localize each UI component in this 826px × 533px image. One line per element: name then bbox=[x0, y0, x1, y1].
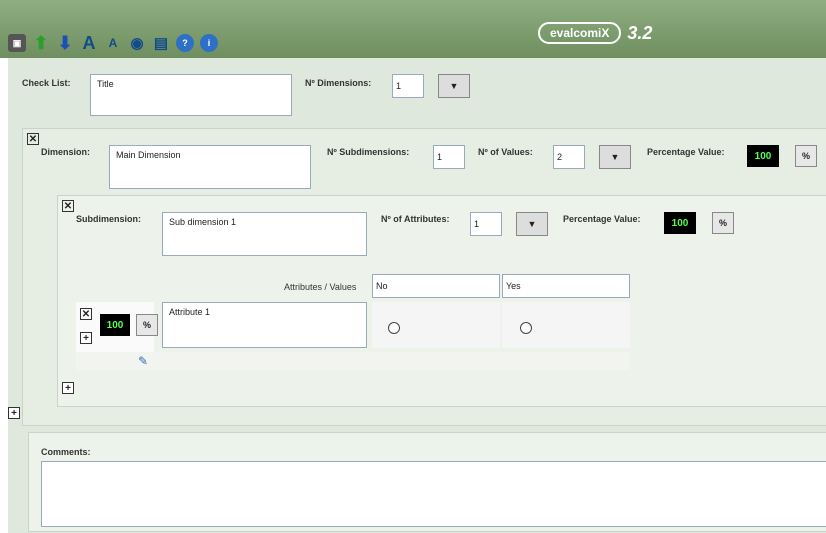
text-small-icon[interactable]: A bbox=[104, 34, 122, 52]
checklist-form: Check List: Title Nº Dimensions: 1 ▼ ✕ D… bbox=[8, 58, 826, 533]
attributes-input[interactable]: 1 bbox=[470, 212, 502, 236]
attribute-name-input[interactable]: Attribute 1 bbox=[162, 302, 367, 348]
close-icon[interactable]: ✕ bbox=[62, 200, 74, 212]
attributes-dropdown[interactable]: ▼ bbox=[516, 212, 548, 236]
plus-icon[interactable]: + bbox=[62, 382, 74, 394]
dimensions-label: Nº Dimensions: bbox=[305, 78, 372, 88]
checklist-label: Check List: bbox=[22, 78, 71, 88]
attribute-percentage: 100 bbox=[100, 314, 130, 336]
attributes-label: Nº of Attributes: bbox=[381, 214, 450, 224]
subdimension-name-input[interactable]: Sub dimension 1 bbox=[162, 212, 367, 256]
save-icon[interactable]: ▣ bbox=[8, 34, 26, 52]
help-icon[interactable]: ? bbox=[176, 34, 194, 52]
brand-version: 3.2 bbox=[627, 22, 653, 43]
radio-yes[interactable] bbox=[520, 322, 532, 334]
value-header-no[interactable]: No bbox=[372, 274, 500, 298]
subdimensions-input[interactable]: 1 bbox=[433, 145, 465, 169]
brand-logo: evalcomiX bbox=[538, 22, 622, 44]
values-dropdown[interactable]: ▼ bbox=[599, 145, 631, 169]
percentage-label: Percentage Value: bbox=[647, 147, 725, 157]
brand: evalcomiX 3.2 bbox=[538, 22, 652, 44]
chevron-down-icon: ▼ bbox=[527, 219, 537, 229]
text-large-icon[interactable]: A bbox=[80, 33, 98, 53]
arrow-down-icon[interactable]: ⬇ bbox=[56, 33, 74, 53]
toolbar: ▣ ⬆ ⬇ A A ◉ ▤ ? i bbox=[8, 31, 218, 55]
close-icon[interactable]: ✕ bbox=[80, 308, 92, 320]
percentage-value: 100 bbox=[747, 145, 779, 167]
dimension-label: Dimension: bbox=[41, 147, 91, 157]
print-icon[interactable]: ▤ bbox=[152, 34, 170, 52]
percent-button[interactable]: % bbox=[136, 314, 158, 336]
dimension-panel: ✕ Dimension: Main Dimension Nº Subdimens… bbox=[22, 128, 826, 426]
eye-icon[interactable]: ◉ bbox=[128, 34, 146, 52]
chevron-down-icon: ▼ bbox=[610, 152, 620, 162]
subdimension-panel: ✕ Subdimension: Sub dimension 1 Nº of At… bbox=[57, 195, 826, 407]
attribute-footer-row bbox=[76, 352, 630, 370]
checklist-title-input[interactable]: Title bbox=[90, 74, 292, 116]
value-header-yes[interactable]: Yes bbox=[502, 274, 630, 298]
plus-icon[interactable]: + bbox=[8, 407, 20, 419]
edit-icon[interactable]: ✎ bbox=[138, 354, 152, 368]
comments-label: Comments: bbox=[41, 447, 91, 457]
attributes-values-label: Attributes / Values bbox=[284, 282, 357, 292]
subdimension-label: Subdimension: bbox=[76, 214, 141, 224]
dimension-name-input[interactable]: Main Dimension bbox=[109, 145, 311, 189]
chevron-down-icon: ▼ bbox=[449, 81, 459, 91]
subdimension-percentage-value: 100 bbox=[664, 212, 696, 234]
percent-button[interactable]: % bbox=[712, 212, 734, 234]
plus-icon[interactable]: + bbox=[80, 332, 92, 344]
radio-no[interactable] bbox=[388, 322, 400, 334]
arrow-up-icon[interactable]: ⬆ bbox=[32, 33, 50, 53]
comments-input[interactable] bbox=[41, 461, 826, 527]
comments-panel: Comments: bbox=[28, 432, 826, 532]
values-input[interactable]: 2 bbox=[553, 145, 585, 169]
dimensions-input[interactable]: 1 bbox=[392, 74, 424, 98]
info-icon[interactable]: i bbox=[200, 34, 218, 52]
dimensions-dropdown[interactable]: ▼ bbox=[438, 74, 470, 98]
close-icon[interactable]: ✕ bbox=[27, 133, 39, 145]
subdimension-percentage-label: Percentage Value: bbox=[563, 214, 641, 224]
header-bar: ▣ ⬆ ⬇ A A ◉ ▤ ? i evalcomiX 3.2 bbox=[0, 0, 826, 58]
values-label: Nº of Values: bbox=[478, 147, 533, 157]
percent-button[interactable]: % bbox=[795, 145, 817, 167]
subdimensions-label: Nº Subdimensions: bbox=[327, 147, 410, 157]
